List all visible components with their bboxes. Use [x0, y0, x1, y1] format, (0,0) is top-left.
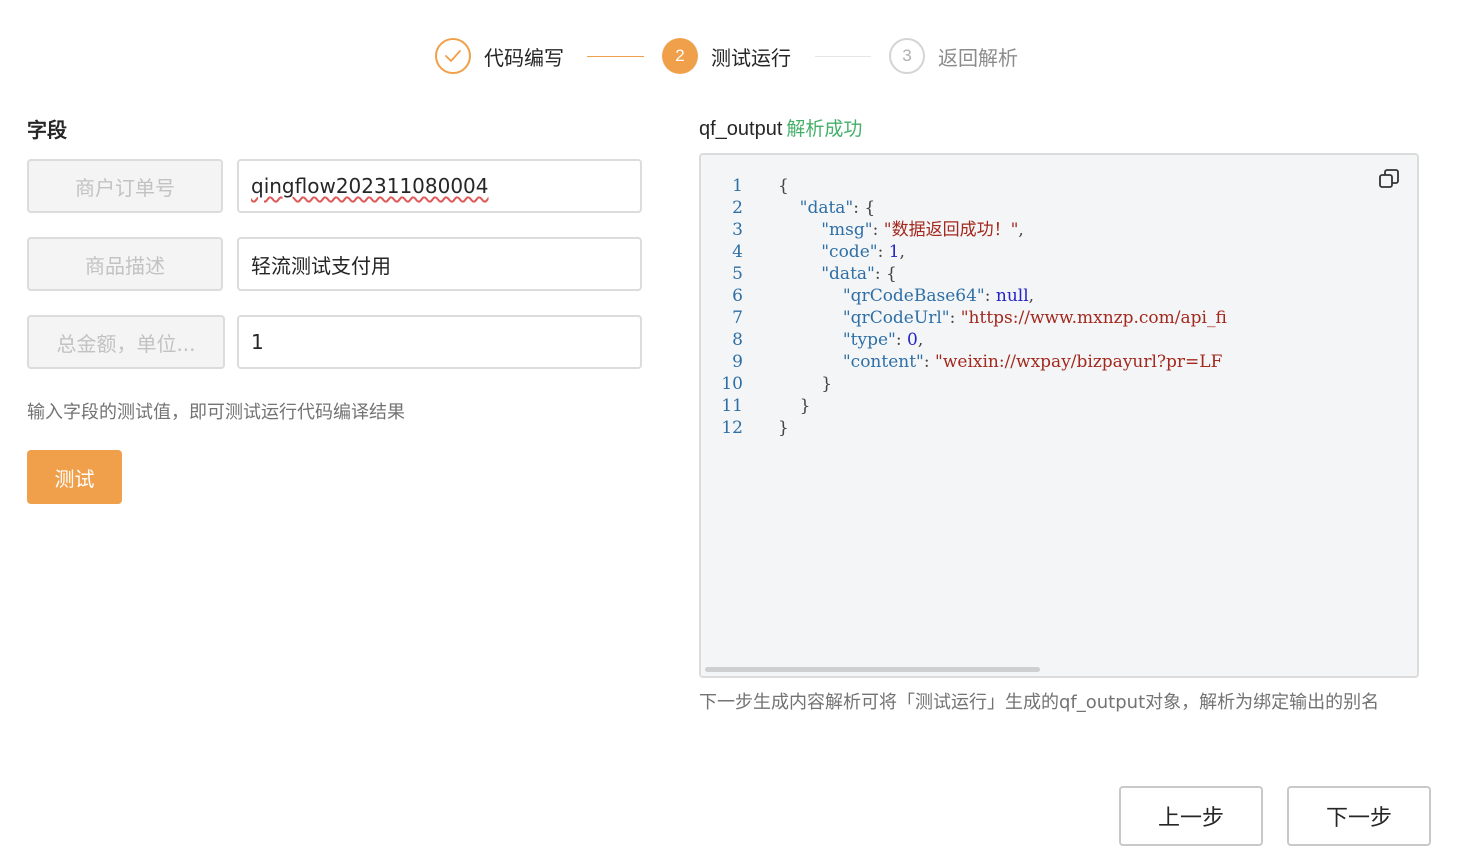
code-text: "msg": "数据返回成功！",	[821, 220, 1024, 240]
code-text: {	[778, 176, 789, 196]
code-text: "data": {	[821, 264, 897, 284]
order-no-input[interactable]: qingflow202311080004	[237, 159, 642, 213]
test-button[interactable]: 测试	[27, 450, 122, 504]
code-text: "code": 1,	[821, 242, 905, 262]
code-text: "qrCodeBase64": null,	[842, 286, 1035, 306]
total-amount-input[interactable]: 1	[237, 315, 642, 369]
line-number: 4	[732, 242, 743, 262]
code-text: "type": 0,	[842, 330, 924, 350]
step-code-writing[interactable]: 代码编写	[435, 38, 564, 74]
output-status: 解析成功	[786, 118, 863, 140]
order-no-value: qingflow202311080004	[251, 174, 489, 198]
output-note: 下一步生成内容解析可将「测试运行」生成的qf_output对象，解析为绑定输出的…	[699, 692, 1380, 713]
code-text: }	[778, 418, 789, 438]
line-number: 2	[732, 198, 743, 218]
step-label: 代码编写	[484, 45, 564, 70]
step-return-parse[interactable]: 3 返回解析	[889, 38, 1018, 74]
line-number: 3	[732, 220, 743, 240]
code-text: }	[778, 374, 833, 394]
field-key-description: 商品描述	[27, 237, 223, 291]
output-header: qf_output 解析成功	[699, 114, 862, 141]
check-icon	[435, 38, 471, 74]
step-connector	[587, 56, 644, 57]
description-input[interactable]: 轻流测试支付用	[237, 237, 642, 291]
total-amount-value: 1	[251, 330, 264, 354]
line-number: 9	[732, 352, 743, 372]
description-value: 轻流测试支付用	[251, 253, 391, 278]
fields-hint: 输入字段的测试值，即可测试运行代码编译结果	[27, 402, 405, 423]
step-number: 3	[889, 38, 925, 74]
step-number: 2	[662, 38, 698, 74]
copy-icon[interactable]	[1377, 167, 1401, 191]
step-label: 返回解析	[938, 45, 1018, 70]
horizontal-scrollbar[interactable]	[705, 667, 1040, 672]
prev-step-button[interactable]: 上一步	[1119, 786, 1263, 846]
code-text: }	[778, 396, 811, 416]
line-number: 12	[721, 418, 743, 438]
fields-title: 字段	[27, 118, 67, 142]
step-label: 测试运行	[711, 45, 791, 70]
step-test-run[interactable]: 2 测试运行	[662, 38, 791, 74]
field-key-total-amount: 总金额，单位...	[27, 315, 225, 369]
step-connector	[815, 56, 871, 57]
line-number: 10	[721, 374, 743, 394]
code-editor[interactable]: 1 {2 "data": { 3 "msg": "数据返回成功！", 4 "code"…	[699, 153, 1419, 678]
code-text: "content": "weixin://wxpay/bizpayurl?pr=…	[842, 352, 1223, 372]
code-text: "data": {	[799, 198, 876, 218]
line-number: 1	[732, 176, 743, 196]
line-number: 11	[721, 396, 743, 416]
output-name: qf_output	[699, 118, 783, 140]
line-number: 5	[732, 264, 743, 284]
field-key-order-no: 商户订单号	[27, 159, 223, 213]
line-number: 7	[732, 308, 743, 328]
code-text: "qrCodeUrl": "https://www.mxnzp.com/api_…	[842, 308, 1227, 328]
line-number: 8	[732, 330, 743, 350]
line-number: 6	[732, 286, 743, 306]
next-step-button[interactable]: 下一步	[1287, 786, 1431, 846]
